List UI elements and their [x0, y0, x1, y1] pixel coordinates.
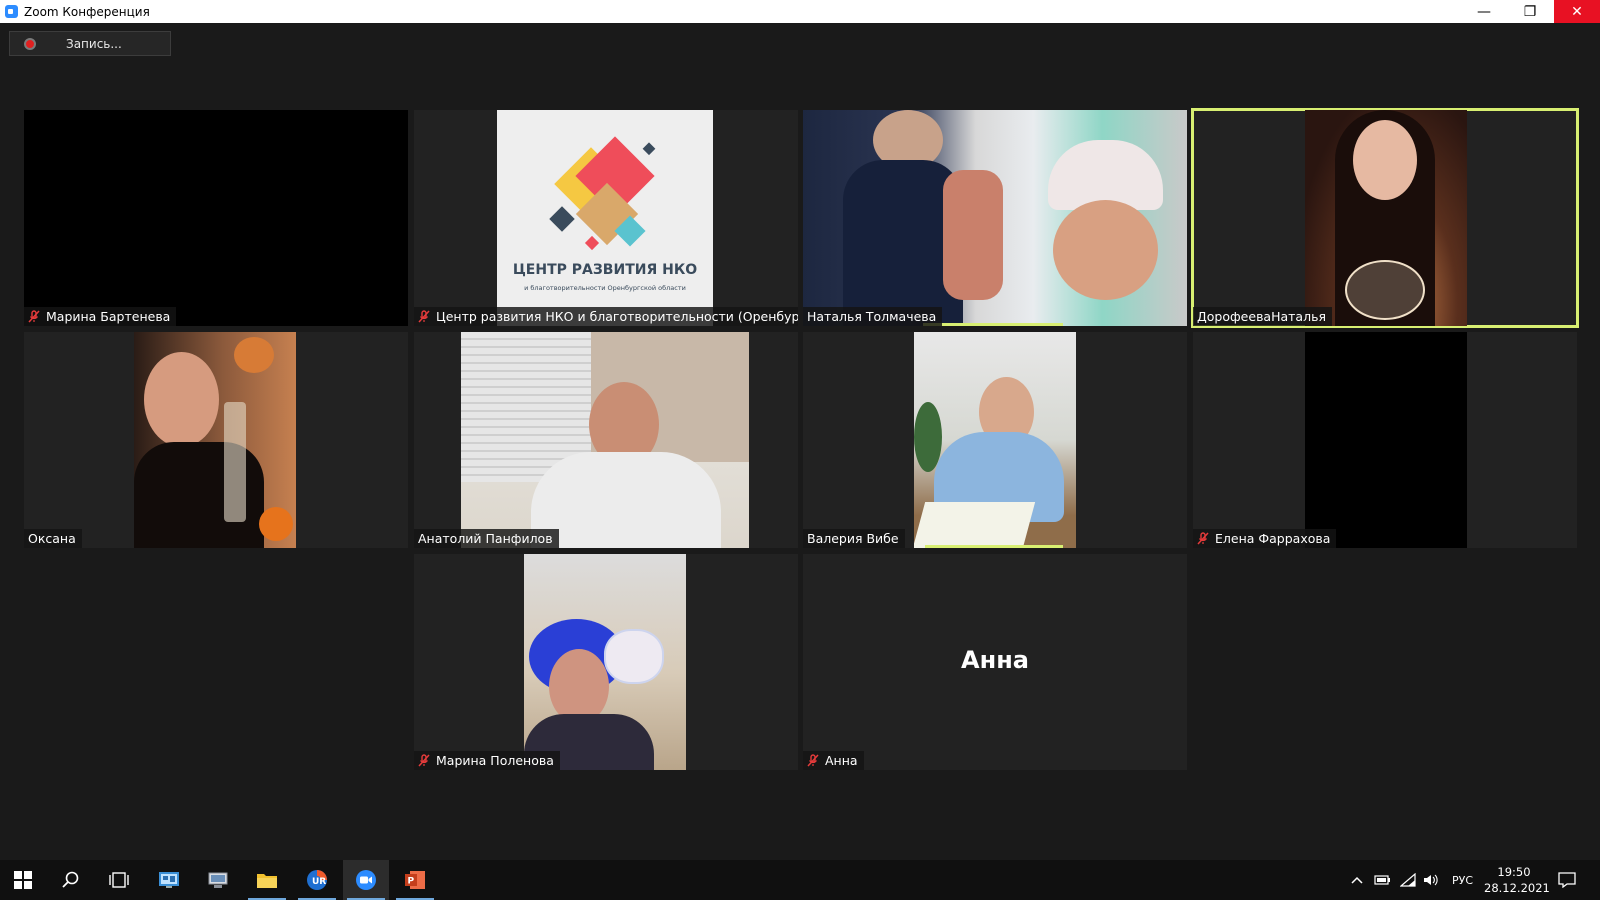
folder-icon [257, 874, 277, 888]
participant-nameplate: Марина Поленова [414, 751, 560, 770]
participant-name: Марина Поленова [436, 753, 554, 768]
participant-name: Елена Фаррахова [1215, 531, 1331, 546]
speaker-icon [1424, 874, 1438, 886]
wifi-icon [1400, 873, 1416, 887]
svg-text:UR: UR [312, 877, 326, 887]
windows-logo-icon [14, 871, 32, 889]
video-tile[interactable]: ЦЕНТР РАЗВИТИЯ НКО и благотворительности… [414, 110, 798, 326]
participant-video [1305, 110, 1467, 326]
device-manager-icon [208, 872, 228, 888]
tray-volume[interactable] [1423, 860, 1439, 900]
video-tile[interactable]: Марина Бартенева [24, 110, 408, 326]
video-tile[interactable]: Марина Поленова [414, 554, 798, 770]
participant-nameplate: Центр развития НКО и благотворительности… [414, 307, 798, 326]
video-tile[interactable]: Анна Анна [803, 554, 1187, 770]
participant-video [803, 110, 1187, 326]
video-tile[interactable]: Наталья Толмачева [803, 110, 1187, 326]
task-view-icon [109, 872, 129, 888]
task-view-button[interactable] [96, 860, 142, 900]
participant-name: Наталья Толмачева [807, 309, 937, 324]
logo-title: ЦЕНТР РАЗВИТИЯ НКО [512, 262, 698, 278]
participant-nameplate: Марина Бартенева [24, 307, 177, 326]
title-bar: Zoom Конференция — ❐ ✕ [0, 0, 1600, 23]
participant-nameplate: Анна [803, 751, 864, 770]
control-panel-icon [159, 872, 179, 888]
close-button[interactable]: ✕ [1554, 0, 1600, 23]
clock-time: 19:50 [1497, 865, 1531, 879]
zoom-app-icon [5, 5, 18, 18]
tray-overflow-chevron[interactable] [1351, 860, 1363, 900]
participant-name: Анатолий Панфилов [418, 531, 553, 546]
tray-language[interactable]: РУС [1452, 860, 1473, 900]
participant-name: Марина Бартенева [46, 309, 171, 324]
video-tile[interactable]: Анатолий Панфилов [414, 332, 798, 548]
video-tile[interactable]: Оксана [24, 332, 408, 548]
svg-text:P: P [408, 877, 415, 887]
participant-video [461, 332, 749, 548]
taskbar-powerpoint[interactable]: P [392, 860, 438, 900]
taskbar-control-panel[interactable] [146, 860, 192, 900]
participant-name: Центр развития НКО и благотворительности… [436, 309, 798, 324]
taskbar-zoom[interactable] [343, 860, 389, 900]
maximize-button[interactable]: ❐ [1507, 0, 1553, 23]
muted-mic-icon [418, 754, 431, 767]
muted-mic-icon [1197, 532, 1210, 545]
zoom-icon [356, 870, 376, 890]
window-title: Zoom Конференция [24, 4, 150, 19]
organization-logo: ЦЕНТР РАЗВИТИЯ НКО и благотворительности… [497, 110, 713, 326]
participant-name: Валерия Вибе [807, 531, 899, 546]
participant-nameplate: Валерия Вибе [803, 529, 905, 548]
minimize-button[interactable]: — [1461, 0, 1507, 23]
participant-name: ДорофееваНаталья [1197, 309, 1326, 324]
video-tile[interactable]: Елена Фаррахова [1193, 332, 1577, 548]
record-dot-icon [24, 37, 36, 50]
action-center-button[interactable] [1558, 860, 1576, 900]
recording-button[interactable]: Запись... [9, 31, 171, 56]
tray-wifi[interactable] [1400, 860, 1416, 900]
speaking-indicator [923, 323, 1063, 326]
video-tile[interactable]: Валерия Вибе [803, 332, 1187, 548]
participant-video-dark [1305, 332, 1467, 548]
windows-taskbar: UR P РУС 19:50 28.12.2021 [0, 860, 1600, 900]
notification-icon [1558, 872, 1576, 888]
participant-nameplate: Елена Фаррахова [1193, 529, 1337, 548]
participant-video [524, 554, 686, 770]
chevron-up-icon [1351, 876, 1363, 884]
participant-name: Анна [825, 753, 858, 768]
taskbar-file-explorer[interactable] [244, 860, 290, 900]
participant-nameplate: Наталья Толмачева [803, 307, 943, 326]
participant-nameplate: ДорофееваНаталья [1193, 307, 1332, 326]
nko-logo-graphic [549, 136, 656, 251]
tray-battery[interactable] [1374, 860, 1392, 900]
search-button[interactable] [48, 860, 94, 900]
clock-date: 28.12.2021 [1484, 881, 1550, 895]
video-tile-active-speaker[interactable]: ДорофееваНаталья [1191, 108, 1579, 328]
logo-subtitle: и благотворительности Оренбургской облас… [524, 284, 686, 292]
search-icon [62, 871, 79, 888]
recording-label: Запись... [66, 36, 122, 51]
taskbar-clock[interactable]: 19:50 28.12.2021 [1484, 864, 1550, 896]
battery-icon [1374, 875, 1390, 885]
muted-mic-icon [418, 310, 431, 323]
muted-mic-icon [28, 310, 41, 323]
speaking-indicator [925, 545, 1063, 548]
taskbar-device-manager[interactable] [195, 860, 241, 900]
participant-nameplate: Оксана [24, 529, 82, 548]
participant-name: Оксана [28, 531, 76, 546]
participant-video [134, 332, 296, 548]
participant-display-name: Анна [961, 646, 1029, 674]
participant-video [914, 332, 1076, 548]
powerpoint-icon: P [405, 871, 425, 889]
taskbar-ur-browser[interactable]: UR [294, 860, 340, 900]
windows-start-button[interactable] [0, 860, 46, 900]
muted-mic-icon [807, 754, 820, 767]
ur-browser-icon: UR [307, 870, 327, 890]
participant-nameplate: Анатолий Панфилов [414, 529, 559, 548]
